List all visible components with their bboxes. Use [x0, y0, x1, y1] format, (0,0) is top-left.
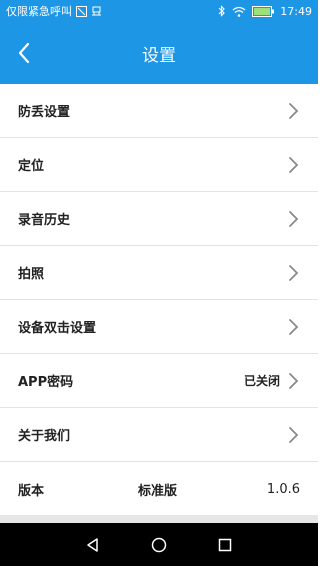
square-recents-icon	[218, 538, 232, 551]
settings-item-label: 拍照	[18, 267, 45, 282]
settings-item-label: 关于我们	[18, 429, 71, 444]
page-title: 设置	[142, 45, 176, 66]
settings-item-double-click[interactable]: 设备双击设置	[0, 300, 318, 354]
chevron-right-icon	[289, 372, 299, 389]
usb-icon	[91, 6, 102, 17]
back-button[interactable]	[8, 37, 40, 69]
settings-item-location[interactable]: 定位	[0, 138, 318, 192]
chevron-right-icon	[289, 102, 299, 119]
version-edition: 标准版	[138, 483, 178, 499]
carrier-text: 仅限紧急呼叫	[6, 5, 72, 18]
nav-home-button[interactable]	[148, 534, 170, 556]
triangle-back-icon	[87, 537, 98, 552]
circle-home-icon	[151, 537, 167, 552]
settings-item-label: 录音历史	[18, 213, 71, 228]
version-number: 1.0.6	[266, 481, 300, 497]
nav-recents-button[interactable]	[214, 534, 236, 556]
status-time: 17:49	[280, 4, 312, 18]
settings-item-photo[interactable]: 拍照	[0, 246, 318, 300]
settings-item-value: 已关闭	[243, 374, 280, 388]
settings-item-app-password[interactable]: APP密码 已关闭	[0, 354, 318, 408]
chevron-right-icon	[289, 210, 299, 227]
wifi-icon	[232, 6, 246, 17]
version-row: 版本 标准版 1.0.6	[0, 462, 318, 516]
nav-back-button[interactable]	[82, 534, 104, 556]
bottom-divider	[0, 515, 318, 523]
version-label: 版本	[18, 483, 45, 499]
chevron-right-icon	[289, 318, 299, 335]
navigation-bar	[0, 523, 318, 566]
settings-item-label: 设备双击设置	[18, 321, 97, 336]
settings-item-about-us[interactable]: 关于我们	[0, 408, 318, 462]
chevron-right-icon	[289, 156, 299, 173]
settings-item-label: 防丢设置	[18, 105, 71, 120]
settings-item-label: 定位	[18, 159, 45, 174]
app-bar: 设置	[0, 22, 318, 84]
settings-item-label: APP密码	[18, 375, 74, 390]
battery-icon	[252, 5, 275, 17]
status-bar: 仅限紧急呼叫 17:49	[0, 0, 318, 22]
settings-item-anti-loss[interactable]: 防丢设置	[0, 84, 318, 138]
chevron-right-icon	[289, 426, 299, 443]
settings-list: 防丢设置 定位 录音历史 拍照 设备双击设置 APP密码 已关闭 关于我们 版本…	[0, 84, 318, 516]
back-arrow-icon	[18, 42, 30, 64]
settings-screen: 仅限紧急呼叫 17:49 设置 防丢设置 定位 录音历史 拍照 设备双击设置 A…	[0, 0, 318, 566]
sim-card-icon	[76, 5, 87, 17]
settings-item-recording-history[interactable]: 录音历史	[0, 192, 318, 246]
chevron-right-icon	[289, 264, 299, 281]
bluetooth-icon	[218, 5, 226, 17]
